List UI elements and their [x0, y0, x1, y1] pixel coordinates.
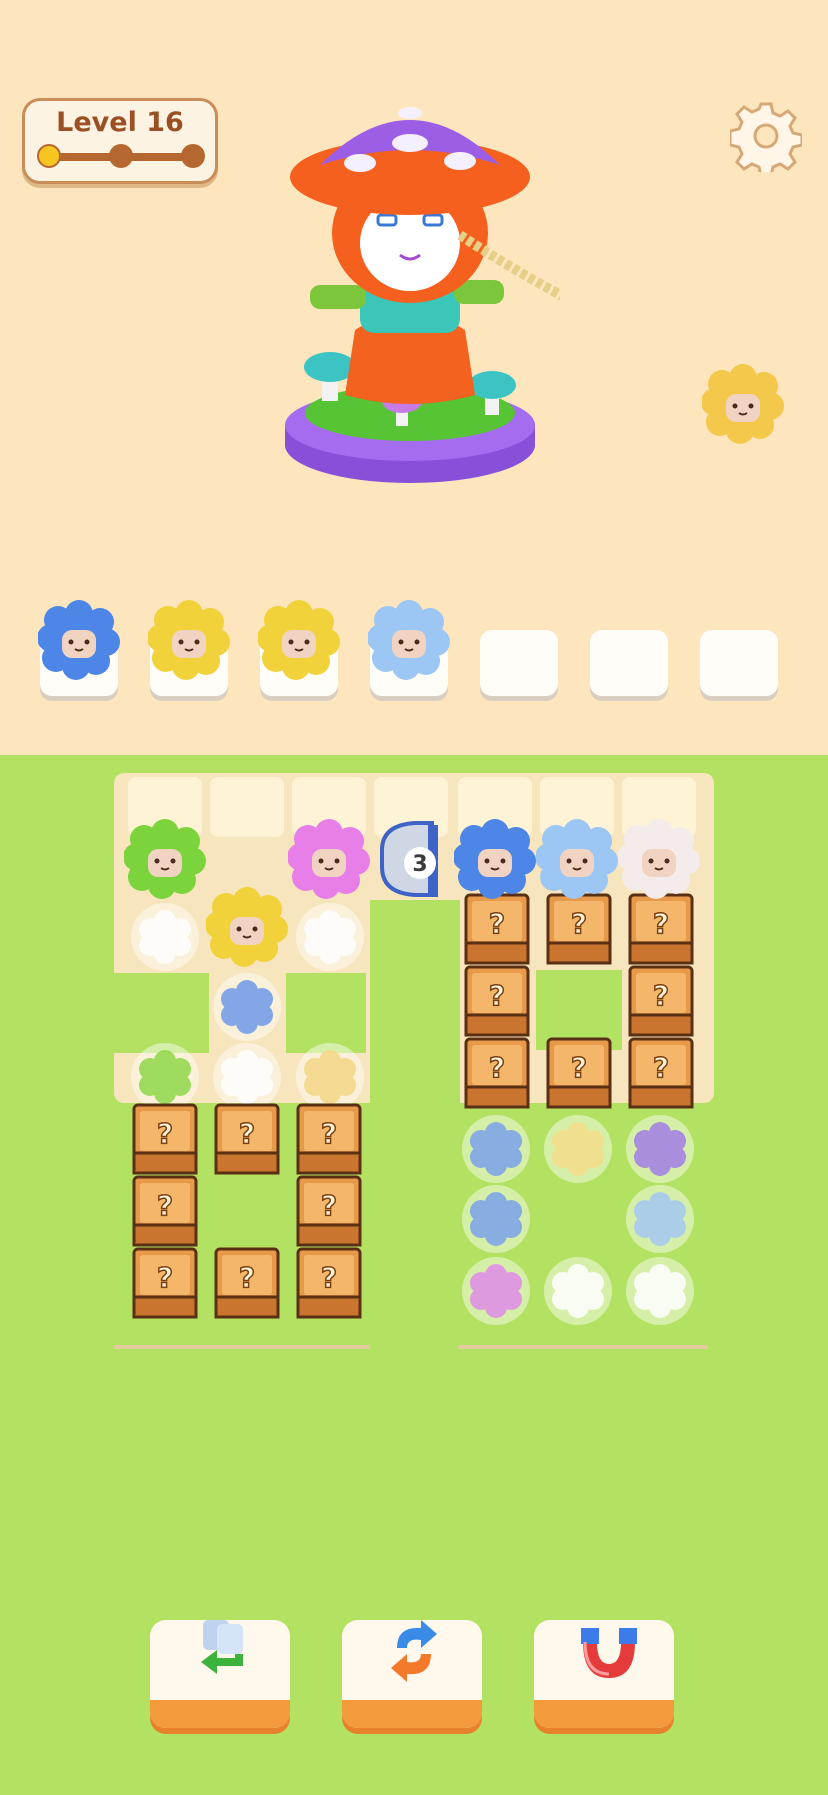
slot-sheep-yellow [258, 598, 340, 680]
svg-text:?: ? [157, 1261, 173, 1294]
svg-text:?: ? [157, 1117, 173, 1150]
svg-text:?: ? [239, 1261, 255, 1294]
mystery-box: ? [464, 893, 530, 965]
hidden-wool [131, 903, 199, 971]
hidden-wool [462, 1115, 530, 1183]
svg-text:?: ? [321, 1189, 337, 1222]
mystery-box: ? [464, 965, 530, 1037]
hidden-wool [296, 1043, 364, 1111]
progress-step-3 [181, 144, 205, 168]
board-sheep-light-blue[interactable] [536, 817, 618, 899]
mystery-box: ? [628, 1037, 694, 1109]
mystery-box: ? [214, 1103, 280, 1175]
svg-text:?: ? [239, 1117, 255, 1150]
svg-text:?: ? [653, 979, 669, 1012]
tunnel-counter[interactable]: 3 [380, 821, 438, 897]
slot-sheep-blue [38, 598, 120, 680]
mystery-box: ? [628, 965, 694, 1037]
mystery-box: ? [546, 893, 612, 965]
mystery-box: ? [546, 1037, 612, 1109]
board-sheep-yellow[interactable] [206, 885, 288, 967]
mystery-box: ? [296, 1247, 362, 1319]
svg-text:?: ? [653, 907, 669, 940]
hidden-wool [544, 1115, 612, 1183]
slot-sheep-light-blue [368, 598, 450, 680]
sheep-slot-6 [590, 630, 668, 696]
undo-icon [201, 1620, 243, 1674]
level-progress-bar [37, 144, 205, 168]
shuffle-button[interactable] [342, 1620, 482, 1728]
svg-text:?: ? [571, 1051, 587, 1084]
magnet-button[interactable] [534, 1620, 674, 1728]
hidden-wool [626, 1185, 694, 1253]
sheep-icon [702, 364, 784, 444]
hidden-wool [213, 973, 281, 1041]
sheep-slot-5 [480, 630, 558, 696]
mystery-box: ? [296, 1175, 362, 1247]
mystery-box: ? [464, 1037, 530, 1109]
slot-sheep-yellow [148, 598, 230, 680]
tunnel-count: 3 [412, 852, 427, 877]
top-area: Level 16 [0, 0, 828, 755]
magnet-icon [581, 1628, 637, 1678]
progress-step-1 [37, 144, 61, 168]
mystery-box: ? [214, 1247, 280, 1319]
undo-button[interactable] [150, 1620, 290, 1728]
character-figure [285, 107, 560, 483]
hidden-wool [131, 1043, 199, 1111]
mystery-box: ? [296, 1103, 362, 1175]
game-board-area: ? ? ? ? ? ? ? ? ? ? ? ? ? ? ? ? 3 [0, 755, 828, 1795]
svg-text:?: ? [489, 1051, 505, 1084]
hidden-wool [544, 1257, 612, 1325]
progress-step-2 [109, 144, 133, 168]
board-sheep-blue[interactable] [454, 817, 536, 899]
hidden-wool [213, 1043, 281, 1111]
rope-target-sheep [702, 362, 784, 444]
top-tile [210, 777, 284, 837]
board-sheep-green[interactable] [124, 817, 206, 899]
level-badge: Level 16 [22, 98, 218, 184]
hidden-wool [626, 1257, 694, 1325]
hidden-wool [296, 903, 364, 971]
hidden-wool [462, 1257, 530, 1325]
svg-text:?: ? [321, 1261, 337, 1294]
svg-text:?: ? [489, 907, 505, 940]
svg-text:?: ? [653, 1051, 669, 1084]
shuffle-icon [391, 1620, 437, 1682]
mystery-box: ? [132, 1175, 198, 1247]
svg-text:?: ? [489, 979, 505, 1012]
game-board: ? ? ? ? ? ? ? ? ? ? ? ? ? ? ? ? 3 [0, 755, 828, 1355]
board-sheep-pink[interactable] [288, 817, 370, 899]
mystery-box: ? [132, 1247, 198, 1319]
svg-text:?: ? [571, 907, 587, 940]
svg-text:?: ? [321, 1117, 337, 1150]
level-label: Level 16 [56, 107, 184, 138]
mystery-box: ? [132, 1103, 198, 1175]
mystery-box: ? [628, 893, 694, 965]
sheep-slot-7 [700, 630, 778, 696]
board-sheep-white[interactable] [618, 817, 700, 899]
hidden-wool [626, 1115, 694, 1183]
svg-text:?: ? [157, 1189, 173, 1222]
hidden-wool [462, 1185, 530, 1253]
gear-icon[interactable] [730, 100, 802, 172]
sheep-slot-row [38, 598, 800, 698]
